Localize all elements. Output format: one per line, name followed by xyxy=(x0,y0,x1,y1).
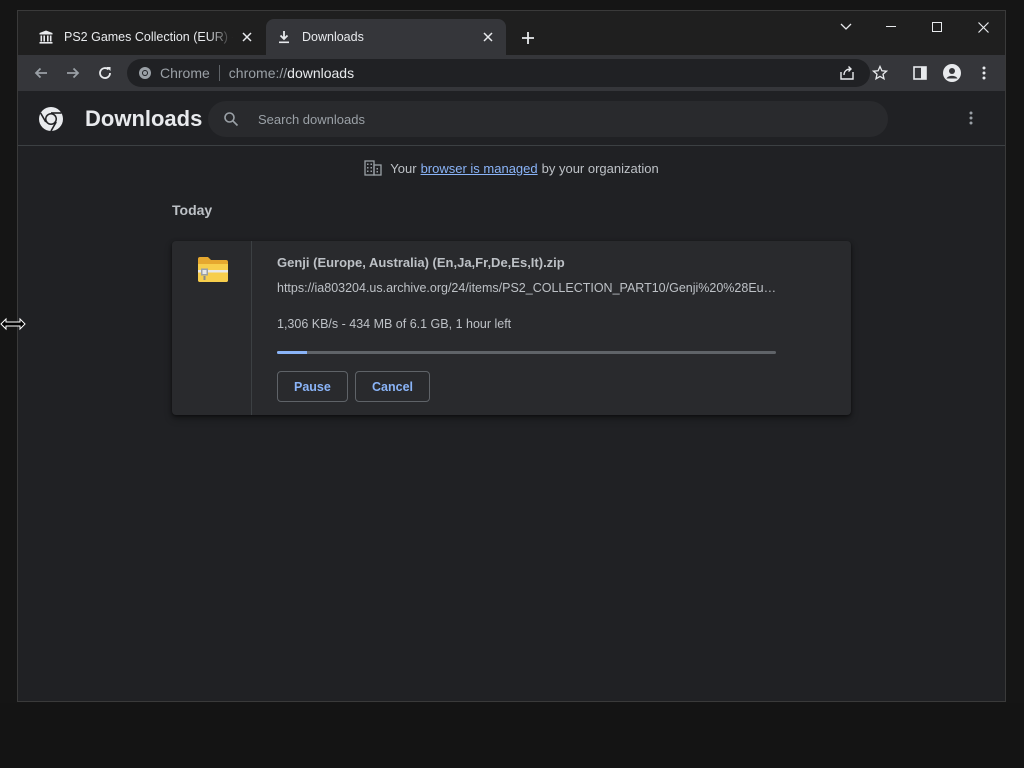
pause-button[interactable]: Pause xyxy=(277,371,348,402)
close-tab-icon[interactable] xyxy=(480,29,496,45)
date-group-heading: Today xyxy=(172,202,213,218)
side-panel-button[interactable] xyxy=(909,62,931,84)
forward-button[interactable] xyxy=(61,61,85,85)
managed-notice: Your browser is managed by your organiza… xyxy=(18,160,1005,176)
tab-downloads[interactable]: Downloads xyxy=(266,19,506,55)
search-box[interactable] xyxy=(208,101,888,137)
url-scheme: chrome:// xyxy=(228,65,288,81)
close-tab-icon[interactable] xyxy=(239,29,255,45)
cancel-button[interactable]: Cancel xyxy=(355,371,430,402)
browser-window: PS2 Games Collection (EUR) - Part 10 Dow… xyxy=(17,10,1006,702)
side-panel-icon xyxy=(913,66,927,80)
profile-button[interactable] xyxy=(941,62,963,84)
browser-toolbar: Chrome chrome:// downloads xyxy=(18,55,1005,91)
tab-strip: PS2 Games Collection (EUR) - Part 10 Dow… xyxy=(18,11,1005,55)
share-icon[interactable] xyxy=(837,63,857,83)
bookmark-button[interactable] xyxy=(869,62,891,84)
back-button[interactable] xyxy=(29,61,53,85)
downloads-header: Downloads xyxy=(18,91,1005,146)
browser-managed-link[interactable]: browser is managed xyxy=(421,161,538,176)
download-source-url[interactable]: https://ia803204.us.archive.org/24/items… xyxy=(277,281,777,295)
maximize-button[interactable] xyxy=(922,17,952,37)
close-window-button[interactable] xyxy=(968,17,998,37)
maximize-icon xyxy=(932,22,942,32)
museum-icon xyxy=(38,29,54,45)
arrow-right-icon xyxy=(67,67,80,79)
url-host: downloads xyxy=(287,65,355,81)
desktop-background xyxy=(0,703,1024,768)
address-bar[interactable]: Chrome chrome:// downloads xyxy=(127,59,870,87)
tab-ps2-collection[interactable]: PS2 Games Collection (EUR) - Part 10 xyxy=(28,19,265,55)
downloads-page: Downloads Your browser is managed by you… xyxy=(18,91,1005,701)
zip-folder-icon[interactable] xyxy=(197,255,229,283)
new-tab-button[interactable] xyxy=(518,28,538,48)
reload-icon xyxy=(99,67,111,79)
search-input[interactable] xyxy=(256,110,860,128)
plus-icon xyxy=(522,32,534,44)
tab-search-button[interactable] xyxy=(831,17,861,37)
reload-button[interactable] xyxy=(93,61,117,85)
file-icon-column xyxy=(172,241,252,415)
more-vert-icon xyxy=(982,66,986,80)
download-file-name[interactable]: Genji (Europe, Australia) (En,Ja,Fr,De,E… xyxy=(277,255,565,270)
chevron-down-icon xyxy=(840,23,852,30)
minimize-button[interactable] xyxy=(876,17,906,37)
omnibox-chip: Chrome xyxy=(160,65,210,81)
avatar-icon xyxy=(943,64,961,82)
chrome-logo-icon xyxy=(39,107,63,132)
managed-text-suffix: by your organization xyxy=(541,160,659,176)
download-status: 1,306 KB/s - 434 MB of 6.1 GB, 1 hour le… xyxy=(277,317,512,331)
page-title: Downloads xyxy=(85,106,203,131)
close-icon xyxy=(977,21,989,33)
resize-cursor-icon xyxy=(0,317,26,331)
arrow-left-icon xyxy=(34,67,47,79)
tab-title: Downloads xyxy=(302,30,364,44)
download-item-card: Genji (Europe, Australia) (En,Ja,Fr,De,E… xyxy=(172,241,851,415)
downloads-menu-button[interactable] xyxy=(961,108,981,128)
building-icon xyxy=(364,160,382,176)
more-vert-icon xyxy=(969,111,973,125)
star-icon xyxy=(872,65,888,81)
omnibox-divider xyxy=(218,65,220,81)
download-icon xyxy=(276,29,292,45)
chrome-icon xyxy=(138,66,152,80)
tab-title: PS2 Games Collection (EUR) - Part 10 xyxy=(64,30,233,44)
managed-text-prefix: Your xyxy=(390,160,417,176)
download-progress-bar xyxy=(277,351,776,354)
search-icon xyxy=(223,111,239,127)
minimize-icon xyxy=(886,26,896,27)
download-progress-fill xyxy=(277,351,307,354)
chrome-menu-button[interactable] xyxy=(973,62,995,84)
